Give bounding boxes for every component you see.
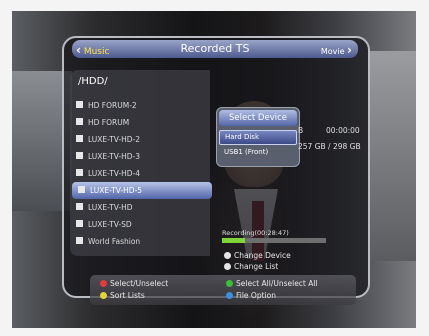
disk-capacity: 257 GB / 298 GB xyxy=(298,142,361,151)
checkbox-icon[interactable] xyxy=(78,186,85,193)
hint-change-device: Change Device xyxy=(234,251,291,260)
folder-item[interactable]: HD FORUM-2 xyxy=(70,97,210,114)
folder-item[interactable]: LUXE-TV-HD-3 xyxy=(70,148,210,165)
next-category-button[interactable]: Movie › xyxy=(321,43,352,57)
select-device-popup: Select Device Hard Disk USB1 (Front) xyxy=(216,107,300,167)
recording-progress-fill xyxy=(222,238,245,243)
folder-item[interactable]: World Fashion xyxy=(70,233,210,250)
folder-item[interactable]: LUXE-TV-SD xyxy=(70,216,210,233)
yellow-button-icon xyxy=(100,292,107,299)
checkbox-icon[interactable] xyxy=(76,135,83,142)
title-bar: ‹ Music Recorded TS Movie › xyxy=(72,40,358,58)
checkbox-icon[interactable] xyxy=(76,152,83,159)
folder-item[interactable]: LUXE-TV-HD xyxy=(70,199,210,216)
folder-path: /HDD/ xyxy=(78,76,108,87)
hint-select-unselect: Select/Unselect xyxy=(110,279,169,288)
next-category-label: Movie xyxy=(320,47,345,56)
white-button-icon xyxy=(224,263,231,270)
hint-file-option: File Option xyxy=(236,291,276,300)
blue-button-icon xyxy=(226,292,233,299)
folder-items: HD FORUM-2 HD FORUM LUXE-TV-HD-2 LUXE-TV-HD… xyxy=(70,97,212,250)
folder-item[interactable]: LUXE-TV-HD-5 xyxy=(72,182,212,199)
folder-item-label: HD FORUM xyxy=(88,118,130,127)
checkbox-icon[interactable] xyxy=(76,237,83,244)
folder-item-label: World Fashion xyxy=(88,237,141,246)
folder-item-label: LUXE-TV-HD-2 xyxy=(88,135,141,144)
page-title: Recorded TS xyxy=(180,42,250,55)
recording-progress-bar xyxy=(222,238,326,243)
folder-item-label: LUXE-TV-HD-4 xyxy=(88,169,141,178)
folder-item[interactable]: LUXE-TV-HD-2 xyxy=(70,131,210,148)
device-option-usb1[interactable]: USB1 (Front) xyxy=(219,146,297,159)
device-option-hard-disk[interactable]: Hard Disk xyxy=(219,130,297,145)
red-button-icon xyxy=(100,280,107,287)
checkbox-icon[interactable] xyxy=(76,169,83,176)
footer-hints: Select/Unselect Select All/Unselect All … xyxy=(90,275,356,305)
folder-item-label: HD FORUM-2 xyxy=(88,101,137,110)
checkbox-icon[interactable] xyxy=(76,220,83,227)
folder-item[interactable]: LUXE-TV-HD-4 xyxy=(70,165,210,182)
background-wall xyxy=(368,51,416,261)
hint-change-list: Change List xyxy=(234,262,279,271)
checkbox-icon[interactable] xyxy=(76,203,83,210)
folder-item-label: LUXE-TV-SD xyxy=(88,220,132,229)
checkbox-icon[interactable] xyxy=(76,101,83,108)
folder-item-label: LUXE-TV-HD xyxy=(88,203,133,212)
hint-select-all: Select All/Unselect All xyxy=(236,279,318,288)
folder-list: /HDD/ HD FORUM-2 HD FORUM LUXE-TV-HD-2 LUXE… xyxy=(70,70,212,256)
folder-item-label: LUXE-TV-HD-3 xyxy=(88,152,141,161)
checkbox-icon[interactable] xyxy=(76,118,83,125)
chevron-right-icon: › xyxy=(347,43,352,57)
folder-item-label: LUXE-TV-HD-5 xyxy=(90,186,143,195)
folder-item[interactable]: HD FORUM xyxy=(70,114,210,131)
duration-readout: 00:00:00 xyxy=(326,126,360,135)
size-fragment: B xyxy=(298,126,304,135)
recording-label: Recording(00:28:47) xyxy=(222,229,289,237)
green-button-icon xyxy=(226,280,233,287)
hint-sort-lists: Sort Lists xyxy=(110,291,145,300)
popup-title: Select Device xyxy=(219,110,297,126)
white-button-icon xyxy=(224,252,231,259)
